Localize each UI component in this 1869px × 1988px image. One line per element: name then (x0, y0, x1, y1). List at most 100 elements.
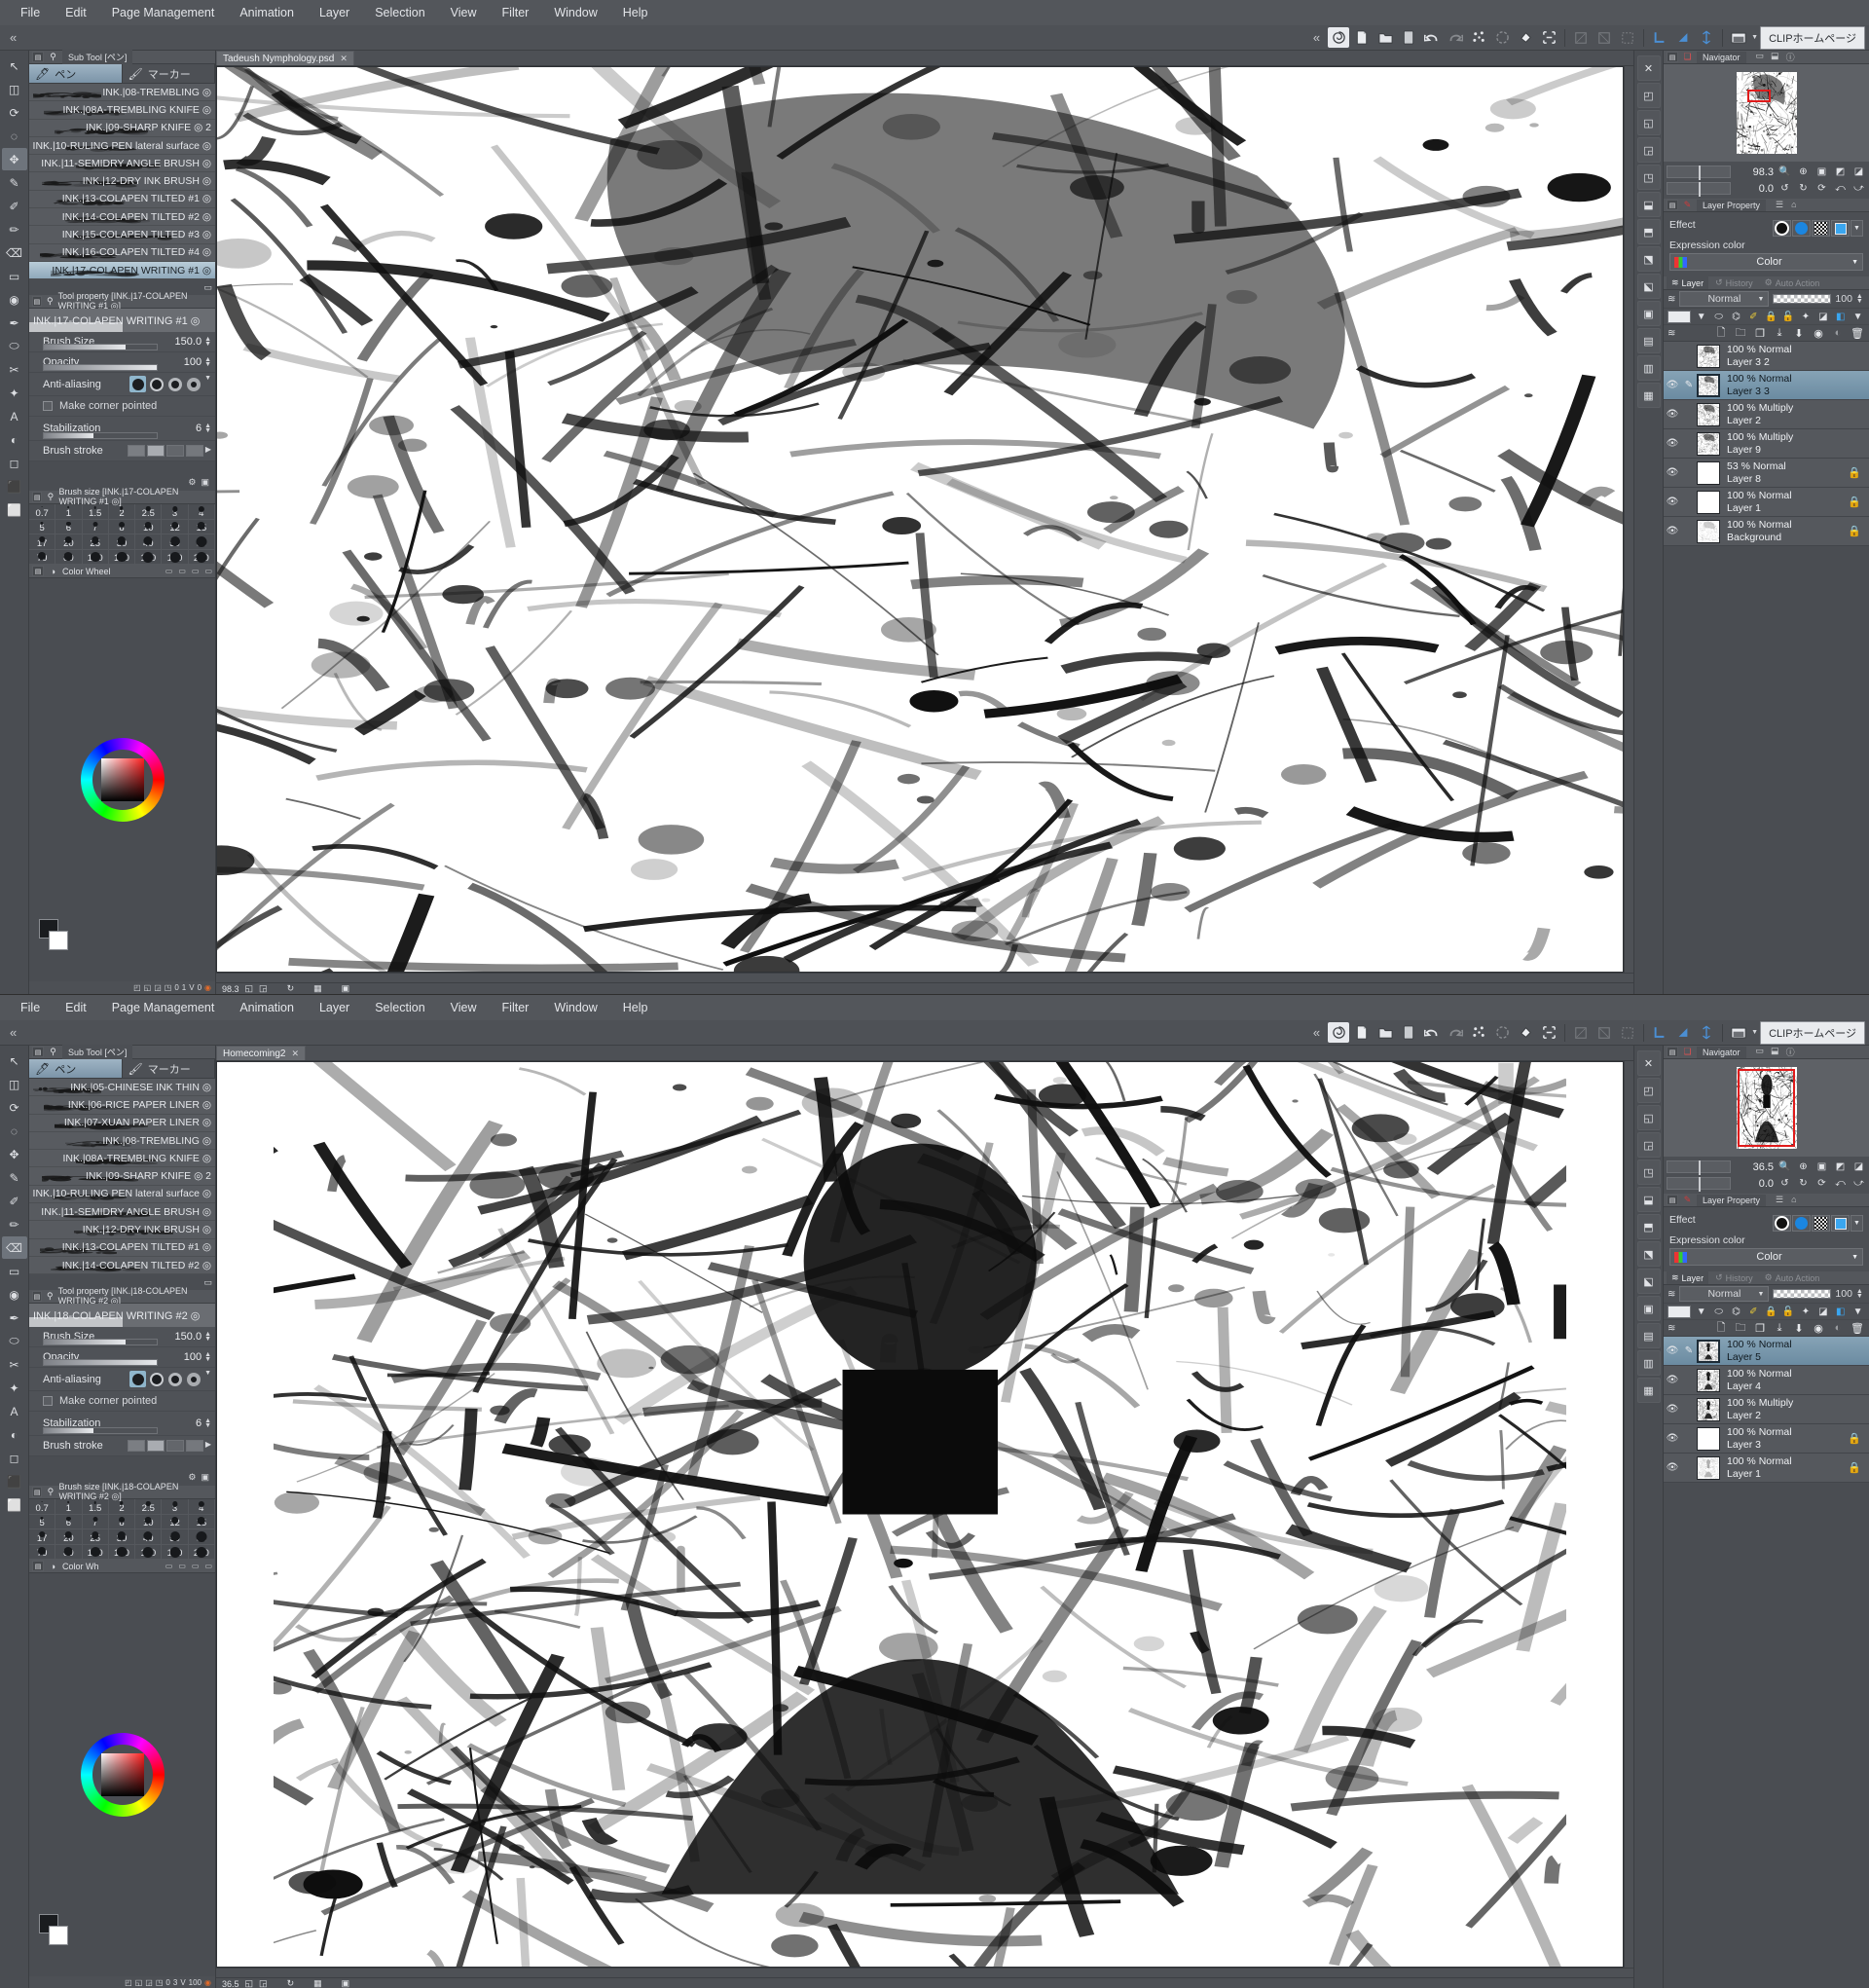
brush-size-cell[interactable]: 6 (55, 519, 83, 535)
menu-item-edit[interactable]: Edit (53, 998, 99, 1017)
layer-visibility-icon[interactable]: 👁 (1664, 1375, 1681, 1385)
redo-icon[interactable] (1445, 27, 1466, 48)
tool-option-1[interactable]: 🖊 ペン (29, 1059, 123, 1078)
brush-size-cell[interactable]: 7 (82, 519, 109, 535)
status-zoom-in-icon[interactable]: ◲ (259, 1978, 268, 1988)
layer-palette-tab-layer[interactable]: ≋ Layer (1667, 1271, 1709, 1284)
close-icon[interactable]: ✕ (291, 1049, 299, 1059)
status-zoom-in-icon[interactable]: ◲ (259, 983, 268, 994)
color-tool-icon-0[interactable]: ◰ (133, 983, 141, 992)
menu-item-filter[interactable]: Filter (490, 3, 542, 22)
open-folder-icon[interactable] (1374, 1022, 1396, 1043)
brush-size-cell[interactable]: 12 (162, 519, 189, 535)
select-area-icon[interactable] (1491, 27, 1513, 48)
flip-v-icon[interactable] (1594, 27, 1615, 48)
palette-menu-icon[interactable]: ▤ (32, 492, 43, 503)
merge-down-icon[interactable]: ⤓ (1772, 326, 1787, 340)
brush-size-cell[interactable]: 60 (188, 1529, 215, 1545)
navigator-zoom-slider[interactable] (1667, 1160, 1731, 1175)
sub-tool-item[interactable]: INK.|13-COLAPEN TILTED #1 ◎ (29, 191, 215, 209)
lock-icon[interactable]: 🔒 (1848, 466, 1861, 479)
rotate-step-left-icon[interactable]: ⤺ (1833, 181, 1848, 196)
brush-size-cell[interactable]: 80 (55, 1544, 83, 1561)
right-rail-item-11[interactable]: ▥ (1636, 1350, 1661, 1376)
sub-tool-item[interactable]: INK.|10-RULING PEN lateral surface ◎ (29, 1186, 215, 1204)
right-rail-item-7[interactable]: ⬔ (1636, 1241, 1661, 1267)
layer-property-tab-2-icon[interactable]: ☰ (1776, 1195, 1783, 1205)
tool-rail-item-3[interactable]: ◌ (2, 125, 27, 147)
sub-tool-item[interactable]: INK.|10-RULING PEN lateral surface ◎ (29, 137, 215, 156)
navigator-zoom-slider[interactable] (1667, 166, 1731, 180)
brush-stroke-swatch[interactable] (146, 445, 165, 458)
tool-rail-item-8[interactable]: ⌫ (2, 241, 27, 264)
new-raster-layer-icon[interactable]: 🗋 (1713, 1321, 1729, 1335)
menu-item-file[interactable]: File (8, 3, 53, 22)
navigator-tab-3-icon[interactable]: ⬓ (1771, 1046, 1779, 1058)
layer-row[interactable]: 👁 100 % Multiply Layer 2 (1664, 400, 1869, 429)
tool-rail-item-8[interactable]: ⌫ (1, 1236, 27, 1259)
tool-rail-item-17[interactable]: ◻ (2, 452, 27, 474)
tool-option-1[interactable]: 🖊 ペン (29, 64, 123, 83)
menu-item-layer[interactable]: Layer (307, 3, 362, 22)
lock-icon[interactable]: 🔒 (1848, 496, 1861, 508)
brush-size-cell[interactable]: 12 (162, 1514, 189, 1530)
navigator-rotate-slider[interactable] (1667, 1177, 1731, 1192)
palette-menu-icon[interactable]: ▤ (1667, 200, 1678, 210)
right-rail-item-4[interactable]: ◳ (1636, 1160, 1661, 1185)
brush-size-cell[interactable]: 70 (29, 549, 56, 566)
fill-icon[interactable] (1515, 1022, 1536, 1043)
transform-icon[interactable] (1538, 27, 1559, 48)
menu-item-window[interactable]: Window (541, 3, 609, 22)
color-tab-1-icon[interactable]: ▭ (165, 1562, 173, 1570)
background-color-swatch[interactable] (49, 1926, 68, 1945)
brush-size-cell[interactable]: 6 (55, 1514, 83, 1530)
right-rail-item-6[interactable]: ⬒ (1636, 219, 1661, 244)
right-rail-item-4[interactable]: ◳ (1636, 165, 1661, 190)
layer-property-tab-3-icon[interactable]: ⌂ (1791, 200, 1796, 210)
brush-size-cell[interactable]: 8 (108, 1514, 136, 1530)
chevron-down-icon[interactable]: ▼ (1851, 259, 1858, 266)
tool-rail-item-9[interactable]: ▭ (2, 1260, 27, 1282)
sub-tool-item[interactable]: INK.|09-SHARP KNIFE ◎ 2 (29, 120, 215, 137)
color-tool-icon-1[interactable]: ◱ (135, 1978, 143, 1987)
sub-tool-item[interactable]: INK.|08-TREMBLING ◎ (29, 84, 215, 102)
screen-mode-icon[interactable] (1728, 1022, 1749, 1043)
background-color-swatch[interactable] (49, 931, 68, 950)
tool-rail-item-3[interactable]: ◌ (2, 1120, 27, 1142)
layer-mask-create-icon[interactable]: ◉ (1811, 1321, 1826, 1335)
brush-size-cell[interactable]: 80 (55, 549, 83, 566)
clear-icon[interactable] (1468, 27, 1489, 48)
tool-rail-item-10[interactable]: ◉ (2, 1283, 27, 1306)
sub-tool-item[interactable]: INK.|08A-TREMBLING KNIFE ◎ (29, 101, 215, 120)
rotate-left-icon[interactable]: ↺ (1777, 181, 1792, 196)
menu-item-animation[interactable]: Animation (227, 3, 307, 22)
flip-horizontal-icon[interactable]: ◩ (1833, 1160, 1848, 1174)
layer-row[interactable]: 👁 ✎ 100 % Normal Layer 3 3 (1664, 371, 1869, 400)
layer-visibility-icon[interactable]: 👁 (1664, 1433, 1681, 1444)
brush-size-cell[interactable]: 40 (135, 1529, 163, 1545)
layer-color-swatch[interactable] (1667, 1305, 1692, 1318)
layer-row[interactable]: 👁 100 % Normal Layer 4 (1664, 1366, 1869, 1395)
brush-stroke-swatch[interactable] (185, 445, 203, 458)
layer-mask-icon[interactable]: ⌬ (1729, 310, 1743, 323)
mask-enable-icon[interactable]: ◪ (1815, 1305, 1830, 1318)
tool-rail-item-2[interactable]: ⟳ (2, 1096, 27, 1119)
flip-horizontal-icon[interactable]: ◩ (1833, 165, 1848, 179)
palette-menu-icon[interactable]: ▤ (1667, 52, 1678, 62)
navigator-tab-4-icon[interactable]: ⓘ (1786, 51, 1795, 63)
right-rail-item-6[interactable]: ⬒ (1636, 1214, 1661, 1239)
sub-tool-item[interactable]: INK.|12-DRY INK BRUSH ◎ (29, 172, 215, 191)
antialiasing-more-icon[interactable]: ▼ (204, 1370, 211, 1387)
effect-tone-icon[interactable] (1792, 220, 1811, 237)
new-file-icon[interactable] (1351, 1022, 1373, 1043)
status-zoom-out-icon[interactable]: ◱ (245, 983, 254, 994)
right-rail-item-0[interactable]: ✕ (1636, 1050, 1661, 1076)
status-zoom-out-icon[interactable]: ◱ (245, 1978, 254, 1988)
merge-selected-icon[interactable]: ⬇ (1791, 326, 1807, 340)
sub-tool-item[interactable]: INK.|13-COLAPEN TILTED #1 ◎ (29, 1239, 215, 1257)
brush-size-cell[interactable]: 1 (55, 504, 83, 520)
tool-rail-item-18[interactable]: ⬛ (2, 475, 27, 497)
brush-size-cell[interactable]: 15 (188, 1514, 215, 1530)
color-tab-1-icon[interactable]: ▭ (165, 567, 173, 575)
ruler-visibility-icon[interactable]: ✦ (1799, 1305, 1814, 1318)
